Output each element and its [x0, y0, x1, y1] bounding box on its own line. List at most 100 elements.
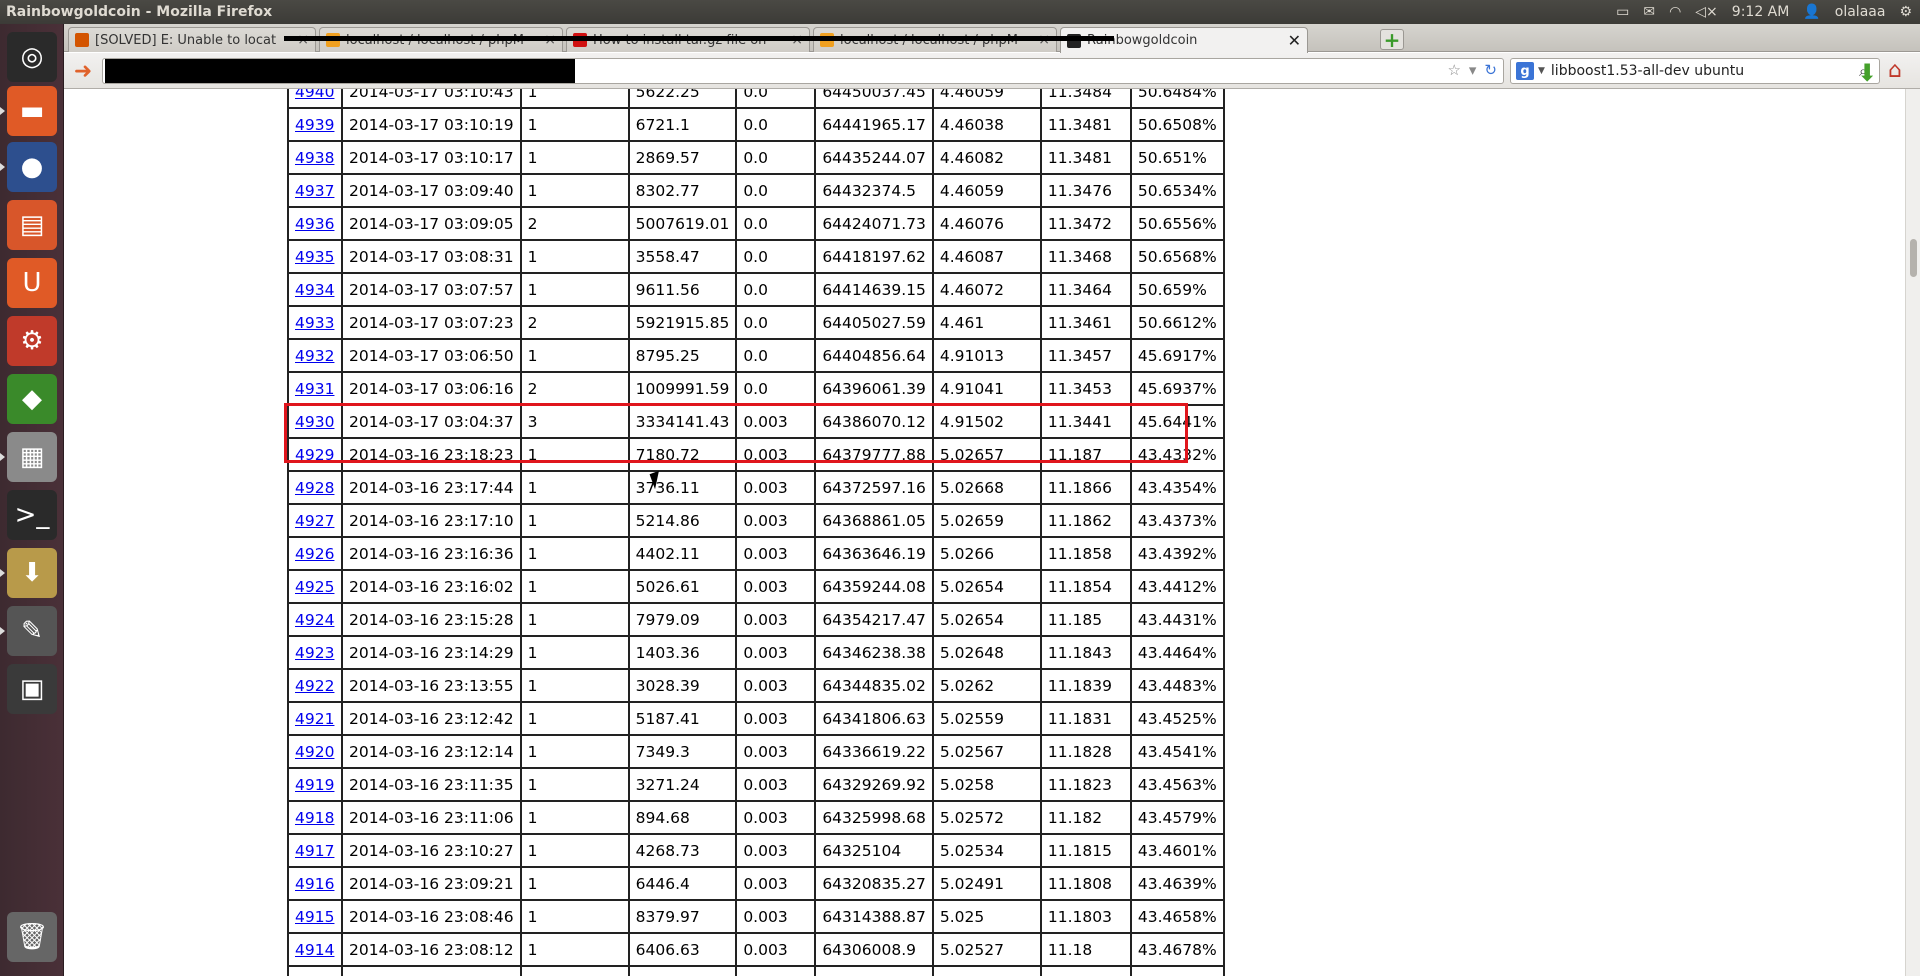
table-cell: 0.003 — [735, 965, 817, 976]
scrollbar-thumb[interactable] — [1910, 239, 1917, 277]
table-cell: 11.1831 — [1039, 701, 1132, 736]
table-row: 4927 2014-03-16 23:17:10 1 5214.86 0.003 6436… — [287, 503, 1225, 538]
volume-icon[interactable]: ◁× — [1695, 4, 1718, 20]
table-cell: 64325104 — [814, 833, 934, 868]
table-cell: 2014-03-16 23:07:38 — [341, 965, 522, 976]
block-link[interactable]: 4927 — [295, 512, 334, 530]
table-cell: 4917 — [287, 833, 343, 868]
table-cell: 11.1854 — [1039, 569, 1132, 604]
block-link[interactable]: 4914 — [295, 941, 334, 959]
table-cell: 2 — [519, 305, 630, 340]
tab-0[interactable]: [SOLVED] E: Unable to locat × — [68, 27, 316, 52]
tortoise-icon[interactable]: ◆ — [7, 374, 57, 424]
block-link[interactable]: 4917 — [295, 842, 334, 860]
terminal-icon[interactable]: >_ — [7, 490, 57, 540]
block-link[interactable]: 4922 — [295, 677, 334, 695]
block-link[interactable]: 4933 — [295, 314, 334, 332]
table-cell: 4.46087 — [931, 239, 1042, 274]
block-link[interactable]: 4939 — [295, 116, 334, 134]
table-cell: 43.4354% — [1129, 470, 1225, 505]
files-icon[interactable]: ▬ — [7, 86, 57, 136]
table-row: 4931 2014-03-17 03:06:16 2 1009991.59 0.0 643… — [287, 371, 1225, 406]
wifi-icon[interactable]: ◠ — [1669, 4, 1681, 20]
search-bar[interactable]: g ▼ libboost1.53-all-dev ubuntu ⌕ — [1510, 58, 1880, 84]
block-link[interactable]: 4921 — [295, 710, 334, 728]
table-cell: 64396061.39 — [814, 371, 934, 406]
software-center-icon[interactable]: ▤ — [7, 200, 57, 250]
search-input[interactable]: libboost1.53-all-dev ubuntu — [1551, 63, 1859, 79]
tab-bar: [SOLVED] E: Unable to locat × localhost … — [64, 24, 1920, 53]
home-icon[interactable]: ⌂ — [1888, 58, 1902, 83]
table-cell: 1 — [519, 338, 630, 373]
block-link[interactable]: 4929 — [295, 446, 334, 464]
new-tab-button[interactable]: + — [1380, 29, 1404, 50]
table-cell: 64325998.68 — [814, 800, 934, 835]
launcher: ◎ ▬ ● ▤ U ⚙ ◆ ▦ >_ ⬇ ✎ ▣ 🗑 — [0, 24, 64, 976]
settings-icon[interactable]: ⚙ — [7, 316, 57, 366]
workspace-switcher-icon[interactable]: ▣ — [7, 664, 57, 714]
screen-icon[interactable]: ▭ — [1616, 4, 1629, 20]
chevron-down-icon[interactable]: ▾ — [1469, 61, 1477, 79]
reload-icon[interactable]: ↻ — [1484, 61, 1497, 79]
user-name[interactable]: olalaaa — [1835, 4, 1886, 20]
table-cell: 4932 — [287, 338, 343, 373]
table-cell: 50.651% — [1129, 140, 1225, 175]
block-link[interactable]: 4918 — [295, 809, 334, 827]
block-link[interactable]: 4915 — [295, 908, 334, 926]
block-link[interactable]: 4940 — [295, 89, 334, 101]
table-cell: 8795.25 — [627, 338, 738, 373]
dash-home-icon[interactable]: ◎ — [7, 32, 57, 82]
table-cell: 4920 — [287, 734, 343, 769]
google-icon[interactable]: g — [1516, 62, 1534, 80]
table-cell: 0.003 — [735, 602, 817, 637]
table-cell: 2014-03-16 23:16:36 — [341, 536, 522, 571]
table-cell: 64341806.63 — [814, 701, 934, 736]
block-link[interactable]: 4938 — [295, 149, 334, 167]
block-link[interactable]: 4928 — [295, 479, 334, 497]
block-link[interactable]: 4924 — [295, 611, 334, 629]
gear-icon[interactable]: ⚙ — [1899, 4, 1912, 20]
table-cell: 1 — [519, 932, 630, 967]
block-link[interactable]: 4931 — [295, 380, 334, 398]
block-link[interactable]: 4935 — [295, 248, 334, 266]
table-cell: 2014-03-17 03:08:31 — [341, 239, 522, 274]
block-link[interactable]: 4937 — [295, 182, 334, 200]
table-cell: 4.91502 — [931, 404, 1042, 439]
block-link[interactable]: 4916 — [295, 875, 334, 893]
printer-icon[interactable]: ▦ — [7, 432, 57, 482]
table-cell: 1 — [519, 635, 630, 670]
block-link[interactable]: 4936 — [295, 215, 334, 233]
download-icon[interactable]: ⬇ — [1857, 59, 1877, 87]
url-bar[interactable]: ☆ ▾ ↻ — [102, 58, 1504, 84]
block-link[interactable]: 4930 — [295, 413, 334, 431]
mail-icon[interactable]: ✉ — [1643, 4, 1655, 20]
running-indicator — [0, 163, 5, 171]
close-icon[interactable]: ✕ — [1288, 31, 1301, 50]
table-cell: 5.02654 — [931, 569, 1042, 604]
firefox-icon[interactable]: ● — [7, 142, 57, 192]
block-link[interactable]: 4926 — [295, 545, 334, 563]
table-cell: 4937 — [287, 173, 343, 208]
table-cell: 5.0258 — [931, 767, 1042, 802]
table-row: 4919 2014-03-16 23:11:35 1 3271.24 0.003 6432… — [287, 767, 1225, 802]
trash-icon[interactable]: 🗑 — [7, 912, 57, 962]
block-link[interactable]: 4923 — [295, 644, 334, 662]
download-folder-icon[interactable]: ⬇ — [7, 548, 57, 598]
block-link[interactable]: 4919 — [295, 776, 334, 794]
table-row: 4917 2014-03-16 23:10:27 1 4268.73 0.003 6432… — [287, 833, 1225, 868]
back-arrow-icon[interactable]: ➜ — [70, 59, 96, 84]
block-link[interactable]: 4920 — [295, 743, 334, 761]
ubuntu-one-icon[interactable]: U — [7, 258, 57, 308]
vertical-scrollbar[interactable] — [1905, 89, 1920, 976]
block-link[interactable]: 4932 — [295, 347, 334, 365]
table-row: 4935 2014-03-17 03:08:31 1 3558.47 0.0 644181… — [287, 239, 1225, 274]
table-row: 4920 2014-03-16 23:12:14 1 7349.3 0.003 64336… — [287, 734, 1225, 769]
block-link[interactable]: 4925 — [295, 578, 334, 596]
text-editor-icon[interactable]: ✎ — [7, 606, 57, 656]
table-cell: 4919 — [287, 767, 343, 802]
chevron-down-icon[interactable]: ▼ — [1538, 66, 1545, 76]
block-link[interactable]: 4934 — [295, 281, 334, 299]
table-cell: 1 — [519, 602, 630, 637]
bookmark-star-icon[interactable]: ☆ — [1447, 61, 1460, 79]
clock[interactable]: 9:12 AM — [1732, 4, 1790, 20]
